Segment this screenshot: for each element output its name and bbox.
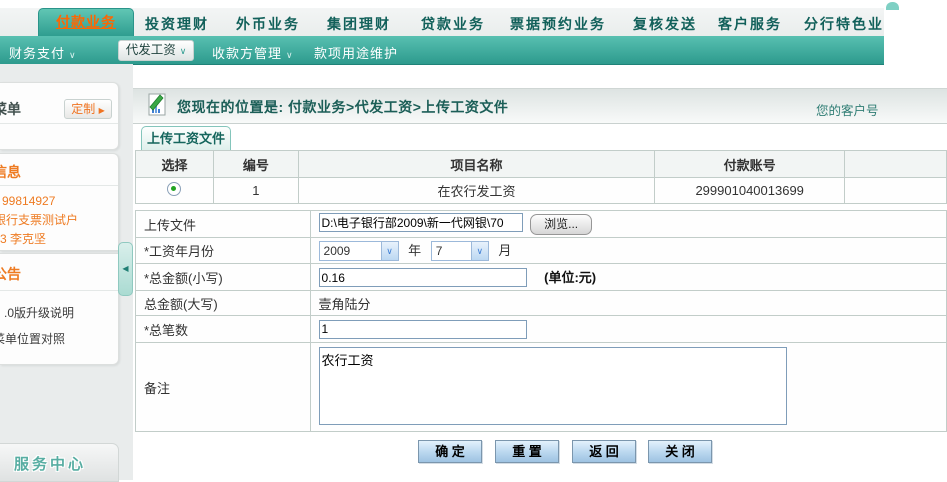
salary-month-label: *工资年月份	[136, 238, 311, 264]
sidebar-info-customer-number: 99814927	[2, 194, 55, 208]
amount-label: *总金额(小写)	[136, 264, 311, 291]
sidebar-info-panel: 信息 99814927 银行支票测试户 3 李克坚	[0, 153, 119, 251]
browse-button[interactable]: 浏览...	[530, 214, 592, 235]
subnav-payee-management[interactable]: 收款方管理∨	[212, 43, 294, 62]
count-label: *总笔数	[136, 316, 311, 343]
form-row-amount: *总金额(小写) (单位:元)	[136, 264, 947, 291]
tab-foreign-currency[interactable]: 外币业务	[236, 14, 300, 34]
header-corner-decoration	[886, 2, 899, 10]
sidebar-info-title: 信息	[0, 162, 21, 182]
tab-group-finance[interactable]: 集团理财	[327, 14, 391, 34]
form-row-upload-file: 上传文件 浏览...	[136, 211, 947, 238]
select-cell	[136, 178, 214, 204]
sidebar-notice-menu-map[interactable]: 菜单位置对照	[0, 330, 65, 347]
divider	[0, 123, 118, 124]
panel-tab-upload-salary-file[interactable]: 上传工资文件	[141, 126, 231, 151]
amount-caps-value: 壹角陆分	[310, 291, 946, 316]
divider	[0, 290, 118, 291]
chevron-down-icon: ∨	[286, 50, 294, 60]
form-row-count: *总笔数	[136, 316, 947, 343]
subnav-payment-purpose[interactable]: 款项用途维护	[314, 43, 398, 62]
close-button[interactable]: 关 闭	[648, 440, 712, 463]
sidebar-info-operator: 3 李克坚	[0, 230, 46, 247]
confirm-button[interactable]: 确 定	[418, 440, 482, 463]
chevron-down-icon: ∨	[381, 242, 398, 260]
tab-branch-special[interactable]: 分行特色业	[804, 14, 884, 34]
project-name-cell: 在农行发工资	[298, 178, 654, 204]
sidebar-notice-title: 公告	[0, 264, 21, 284]
upload-file-input[interactable]	[319, 213, 523, 232]
project-radio[interactable]	[167, 182, 181, 196]
col-header-project-name: 项目名称	[298, 151, 654, 178]
payment-account-cell: 299901040013699	[655, 178, 845, 204]
sidebar-notice-upgrade-note[interactable]: .0版升级说明	[4, 304, 74, 321]
subnav-finance-payment[interactable]: 财务支付∨	[9, 43, 77, 62]
month-select[interactable]: 7∨	[431, 241, 489, 261]
tab-review-send[interactable]: 复核发送	[633, 14, 697, 34]
customer-number-label: 您的客户号	[816, 100, 879, 119]
back-button[interactable]: 返 回	[572, 440, 636, 463]
online-banking-page: { "header": { "dropdown_arrow": "∨", "ta…	[0, 0, 947, 480]
divider	[0, 185, 118, 186]
service-center-label: 服务中心	[14, 453, 86, 474]
chevron-down-icon: ∨	[471, 242, 488, 260]
col-header-payment-account: 付款账号	[655, 151, 845, 178]
sidebar-notice-panel: 公告 .0版升级说明 菜单位置对照	[0, 253, 119, 365]
sidebar-menu-title: 菜单	[0, 99, 21, 119]
subnav-salary-payment[interactable]: 代发工资∨	[118, 40, 194, 61]
customize-button[interactable]: 定制 ▶	[64, 99, 112, 119]
remark-label: 备注	[136, 343, 311, 432]
col-header-number: 编号	[213, 151, 298, 178]
service-center-panel[interactable]: 服务中心	[0, 443, 119, 482]
sidebar-info-account-name: 银行支票测试户	[0, 211, 78, 228]
reset-button[interactable]: 重 置	[495, 440, 559, 463]
year-select[interactable]: 2009∨	[319, 241, 399, 261]
amount-caps-label: 总金额(大写)	[136, 291, 311, 316]
form-row-remark: 备注	[136, 343, 947, 432]
arrow-left-icon: ◀	[122, 264, 128, 273]
year-suffix: 年	[408, 243, 421, 258]
project-table: 选择 编号 项目名称 付款账号 1 在农行发工资 299901040013699	[135, 150, 947, 204]
tab-bill-reservation[interactable]: 票据预约业务	[510, 14, 606, 34]
form-row-amount-caps: 总金额(大写) 壹角陆分	[136, 291, 947, 316]
table-header-row: 选择 编号 项目名称 付款账号	[136, 151, 947, 178]
arrow-right-icon: ▶	[99, 106, 105, 115]
breadcrumb-location: 您现在的位置是: 付款业务>代发工资>上传工资文件	[177, 97, 508, 117]
remark-textarea[interactable]	[319, 347, 787, 425]
document-icon	[146, 93, 168, 117]
form-row-salary-month: *工资年月份 2009∨ 年 7∨ 月	[136, 238, 947, 264]
tab-loan-business[interactable]: 贷款业务	[421, 14, 485, 34]
table-row: 1 在农行发工资 299901040013699	[136, 178, 947, 204]
chevron-down-icon: ∨	[180, 46, 187, 56]
extra-cell	[845, 178, 947, 204]
chevron-down-icon: ∨	[69, 50, 77, 60]
number-cell: 1	[213, 178, 298, 204]
amount-unit: (单位:元)	[544, 270, 596, 285]
col-header-select: 选择	[136, 151, 214, 178]
col-header-extra	[845, 151, 947, 178]
tab-investment[interactable]: 投资理财	[145, 14, 209, 34]
sidebar-collapse-handle[interactable]: ◀	[118, 242, 133, 296]
tab-payment-business[interactable]: 付款业务	[38, 8, 134, 36]
upload-form: 上传文件 浏览... *工资年月份 2009∨ 年 7∨ 月 *总金额(小写) …	[135, 210, 947, 432]
month-suffix: 月	[498, 243, 511, 258]
tab-customer-service[interactable]: 客户服务	[718, 14, 782, 34]
amount-input[interactable]	[319, 268, 527, 287]
count-input[interactable]	[319, 320, 527, 339]
upload-file-label: 上传文件	[136, 211, 311, 238]
